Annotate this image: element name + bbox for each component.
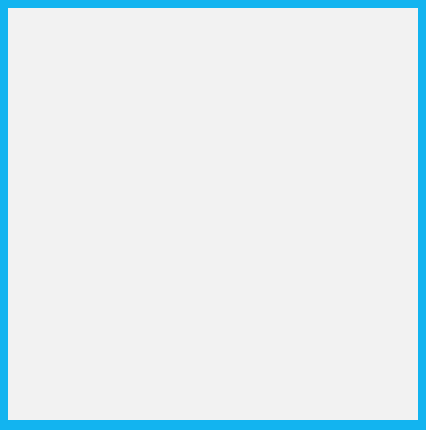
sent-notice-paragraph: 先ほど ○○○○@○○○.com 宛にメールをお送りしました。 受信ボックスをお… [26,220,411,260]
status-line-1: 現在はまだ仮登録の状態です。 [26,269,196,283]
resend-text-after-link: よりメー [317,334,367,348]
page-title: 登録完了まであと一歩です [111,185,315,205]
resend-paragraph: メールが届いていない場合は、ユーザーの編集ページよりメー ルの再送が可能です。 [26,331,411,371]
status-line-2: 登録完了にはメールに記載されたリンクをクリックしてくださ [26,289,367,303]
status-line-3: い。その場ですぐに本登録が完了します。 [26,309,257,323]
sent-notice-line-1: 先ほど ○○○○@○○○.com 宛にメールをお送りしました。 [26,223,358,237]
footer-area [8,395,418,420]
status-paragraph: 現在はまだ仮登録の状態です。 登録完了にはメールに記載されたリンクをクリックして… [26,266,411,326]
resend-line-2: ルの再送が可能です。 [26,354,147,368]
user-edit-page-link[interactable]: ユーザーの編集ページ [196,334,317,348]
logo-text-first: First [196,30,234,48]
logo-star-icon: ✦ [220,20,228,29]
resend-text-before-link: メールが届いていない場合は、 [26,334,197,348]
site-logo[interactable]: my✦ First [194,19,236,53]
hamburger-menu-icon[interactable] [28,28,46,41]
header-bar: my✦ First 2 [8,8,418,62]
cart-count-badge: 2 [391,13,409,31]
envelope-sent-icon [140,91,283,153]
app-screen: my✦ First 2 登録完了まであと一歩です 先ほど ○○○○@○○○.co… [8,8,418,420]
sent-notice-line-2: 受信ボックスをお確かめください。 [26,243,221,257]
logo-text-my: my [202,19,221,30]
